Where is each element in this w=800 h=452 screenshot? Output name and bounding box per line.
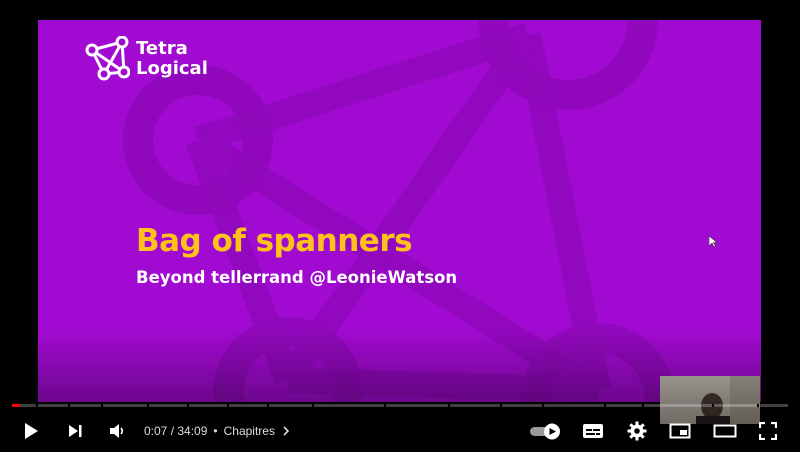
fullscreen-icon <box>759 422 777 440</box>
autoplay-toggle-icon <box>530 423 560 440</box>
player-controls: 0:07 / 34:09 • Chapitres <box>0 414 800 448</box>
chapter-marker <box>384 404 386 407</box>
chapter-marker <box>712 404 714 407</box>
settings-gear-icon <box>627 421 647 441</box>
chapter-marker <box>267 404 269 407</box>
next-button[interactable] <box>60 414 90 448</box>
volume-icon <box>110 424 124 438</box>
current-time: 0:07 <box>144 424 168 438</box>
logo-line-1: Tetra <box>136 38 188 59</box>
progress-bar[interactable] <box>12 404 788 407</box>
chapters-button[interactable]: Chapitres <box>224 424 292 438</box>
chapter-marker <box>101 404 103 407</box>
chapter-marker <box>757 404 759 407</box>
subtitles-button[interactable] <box>578 414 608 448</box>
time-display: 0:07 / 34:09 • Chapitres <box>144 414 292 448</box>
chapter-marker <box>542 404 544 407</box>
video-player[interactable]: Tetra Logical Bag of spanners Beyond tel… <box>0 0 800 452</box>
subtitles-icon <box>583 424 603 438</box>
play-icon <box>25 423 38 439</box>
chapter-marker <box>448 404 450 407</box>
theater-mode-button[interactable] <box>708 414 742 448</box>
chapter-marker <box>312 404 314 407</box>
logo-line-2: Logical <box>136 58 208 79</box>
chapter-chevron-icon <box>283 426 290 436</box>
chapter-marker <box>147 404 149 407</box>
separator-dot: • <box>213 424 218 438</box>
chapter-marker <box>642 404 644 407</box>
mouse-cursor-icon <box>709 236 718 248</box>
chapters-label: Chapitres <box>223 424 275 438</box>
progress-played <box>12 404 20 407</box>
chapter-marker <box>68 404 70 407</box>
settings-button[interactable] <box>622 414 652 448</box>
miniplayer-button[interactable] <box>665 414 695 448</box>
chapter-marker <box>604 404 606 407</box>
chapter-marker <box>500 404 502 407</box>
play-button[interactable] <box>16 414 46 448</box>
time-separator: / <box>167 424 178 438</box>
slide-title: Bag of spanners <box>136 223 413 259</box>
theater-mode-icon <box>713 424 737 438</box>
tetralogical-logo: Tetra Logical <box>84 36 208 82</box>
next-icon <box>69 425 82 437</box>
duration: 34:09 <box>177 424 208 438</box>
chapter-marker <box>227 404 229 407</box>
chapter-marker <box>36 404 38 407</box>
slide-subtitle: Beyond tellerrand @LeonieWatson <box>136 268 458 287</box>
network-logo-icon <box>85 36 130 81</box>
autoplay-toggle[interactable] <box>528 414 564 448</box>
chapter-marker <box>187 404 189 407</box>
fullscreen-button[interactable] <box>753 414 783 448</box>
volume-button[interactable] <box>103 414 131 448</box>
miniplayer-icon <box>669 423 691 439</box>
